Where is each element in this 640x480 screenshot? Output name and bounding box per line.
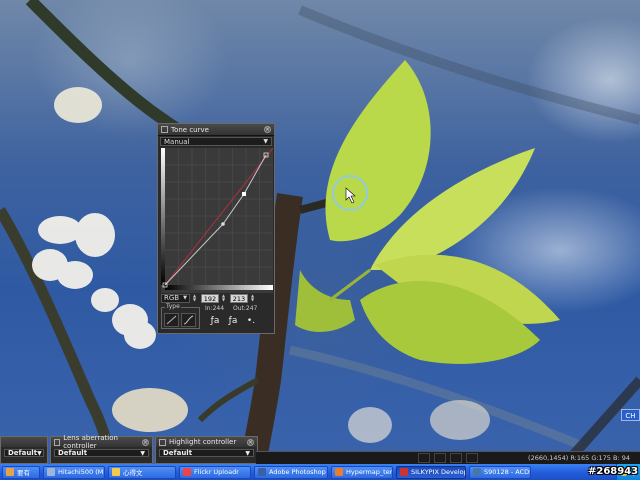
input-spinner-icon[interactable]: ▲ ▼ <box>193 294 198 303</box>
chevron-down-icon: ▼ <box>140 449 145 457</box>
chevron-down-icon: ▼ <box>263 138 268 145</box>
photoshop-icon <box>258 468 266 476</box>
flickr-icon <box>183 468 191 476</box>
watermark: #268943 <box>588 466 639 477</box>
tone-curve-titlebar[interactable]: Tone curve × <box>158 124 274 136</box>
channel-value: RGB <box>164 294 180 302</box>
taskbar-item-6[interactable]: SILKYPIX Develop... <box>396 465 466 479</box>
side-tab[interactable]: CH <box>621 409 640 421</box>
tone-curve-panel: Tone curve × Manual ▼ RGB ▼ ▲ ▼ 192 ▲ ▼ … <box>157 123 275 334</box>
lens-aberration-panel: Lens aberration controller × Default ▼ <box>50 434 153 464</box>
taskbar-item-1[interactable]: Hitachi500 (M:) <box>43 465 105 479</box>
tone-curve-footer: Type In:244 Out:247 ƒa ƒa •. <box>161 303 273 331</box>
curve-type-group: Type <box>161 303 200 329</box>
curve-point-selected <box>242 192 246 196</box>
input-gradient-bar <box>165 285 273 290</box>
app-icon <box>335 468 343 476</box>
taskbar-item-0[interactable]: 要有 <box>2 465 40 479</box>
close-icon[interactable]: × <box>247 438 254 446</box>
chevron-down-icon: ▼ <box>245 449 250 457</box>
left-controller-panel: Default ▼ <box>0 436 48 464</box>
lens-aberration-select[interactable]: Default ▼ <box>54 449 149 457</box>
output-readout: Out:247 <box>233 305 258 312</box>
input-readout: In:244 <box>205 305 225 312</box>
lens-icon <box>54 438 61 446</box>
taskbar-item-4[interactable]: Adobe Photoshop <box>254 465 328 479</box>
chevron-down-icon: ▼ <box>183 295 187 301</box>
drive-icon <box>47 468 55 476</box>
highlight-icon <box>159 438 166 446</box>
lens-aberration-titlebar[interactable]: Lens aberration controller × <box>51 434 152 450</box>
tone-curve-mode-select[interactable]: Manual ▼ <box>160 137 272 146</box>
lens-aberration-value: Default <box>58 449 88 457</box>
taskbar-item-5[interactable]: Hypermap_temp - ... <box>331 465 393 479</box>
linear-curve-icon <box>166 315 177 325</box>
pixel-readout: (2660,1454) R:165 G:175 B: 94 <box>528 454 630 462</box>
input-value-field[interactable]: 192 <box>200 293 219 303</box>
eyedropper-white-icon[interactable]: ƒa <box>227 315 239 327</box>
app-icon <box>6 468 14 476</box>
taskbar-item-7[interactable]: S90128 - ACDSee ... <box>469 465 531 479</box>
highlight-controller-panel: Highlight controller × Default ▼ <box>155 436 258 464</box>
acdsee-icon <box>473 468 481 476</box>
silkypix-icon <box>400 468 408 476</box>
left-controller-select[interactable]: Default ▼ <box>4 449 44 457</box>
output-spinner-icon[interactable]: ▲ ▼ <box>222 294 227 303</box>
close-icon[interactable]: × <box>264 126 271 133</box>
channel-select[interactable]: RGB ▼ <box>161 293 190 303</box>
close-icon[interactable]: × <box>142 438 149 446</box>
spline-curve-icon <box>183 315 194 325</box>
tone-curve-mode-value: Manual <box>164 137 190 146</box>
photo-canvas <box>0 0 640 480</box>
output-gradient-bar <box>161 148 165 285</box>
tone-curve-title: Tone curve <box>171 125 209 134</box>
status-bar: (2660,1454) R:165 G:175 B: 94 <box>256 451 640 464</box>
left-controller-value: Default <box>8 449 38 457</box>
point-tool-icon[interactable]: •. <box>245 315 257 327</box>
tone-curve-graph[interactable] <box>161 148 273 293</box>
highlight-controller-select[interactable]: Default ▼ <box>159 449 254 457</box>
curve-point-mid <box>221 222 225 226</box>
tone-curve-controls: RGB ▼ ▲ ▼ 192 ▲ ▼ 213 ▲ ▼ <box>161 293 273 303</box>
left-controller-titlebar[interactable] <box>1 437 47 447</box>
output-value-field[interactable]: 213 <box>229 293 248 303</box>
folder-icon <box>112 468 120 476</box>
lens-aberration-title: Lens aberration controller <box>63 434 118 450</box>
linear-type-button[interactable] <box>164 313 179 327</box>
output-spinner-right-icon[interactable]: ▲ ▼ <box>251 294 256 303</box>
taskbar: 要有 Hitachi500 (M:) 心得文 Flickr Uploadr Ad… <box>0 464 640 480</box>
highlight-controller-value: Default <box>163 449 193 457</box>
eyedropper-black-icon[interactable]: ƒa <box>209 315 221 327</box>
panel-icon <box>161 126 168 133</box>
chevron-down-icon: ▼ <box>37 449 42 457</box>
curve-type-label: Type <box>165 303 181 310</box>
highlight-controller-title: Highlight controller <box>169 438 237 446</box>
taskbar-item-2[interactable]: 心得文 <box>108 465 176 479</box>
taskbar-item-3[interactable]: Flickr Uploadr <box>179 465 251 479</box>
status-cells <box>418 453 479 463</box>
photo-artwork <box>0 0 640 480</box>
highlight-controller-titlebar[interactable]: Highlight controller × <box>156 437 257 447</box>
spline-type-button[interactable] <box>181 313 196 327</box>
